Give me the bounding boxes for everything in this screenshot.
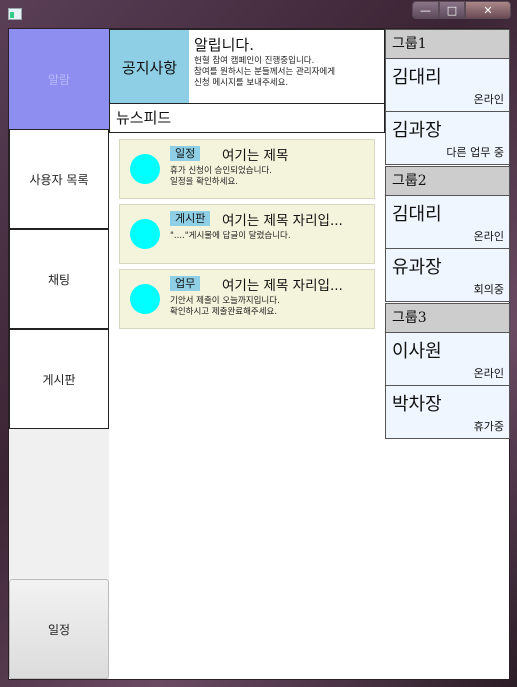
member-item[interactable]: 김대리 온라인 (385, 196, 510, 249)
close-button[interactable]: ✕ (465, 1, 511, 19)
notice-panel: 공지사항 알립니다. 헌혈 참여 캠페인이 진행중입니다. 참여를 원하시는 분… (109, 29, 385, 105)
member-status: 휴가중 (473, 420, 504, 433)
nav-item-board[interactable]: 게시판 (9, 329, 109, 429)
member-status: 온라인 (473, 367, 504, 380)
app-client-area: 알람 사용자 목록 채팅 게시판 일정 공지사항 알립니다. 헌혈 참여 캠페인… (8, 28, 510, 680)
group-header[interactable]: 그룹3 (385, 303, 510, 333)
feed-avatar (130, 219, 160, 249)
member-status: 온라인 (473, 230, 504, 243)
member-name: 이사원 (392, 341, 442, 362)
feed-body: 휴가 신청이 승인되었습니다. 일정을 확인하세요. (170, 166, 272, 187)
minimize-button[interactable]: — (412, 1, 439, 19)
member-name: 김대리 (392, 67, 442, 88)
feed-card[interactable]: 일정 여기는 제목 휴가 신청이 승인되었습니다. 일정을 확인하세요. (119, 139, 375, 199)
feed-title: 여기는 제목 자리입... (222, 213, 343, 229)
feed-body: "...."게시물에 답글이 달렸습니다. (170, 231, 291, 241)
member-item[interactable]: 김과장 다른 업무 중 (385, 112, 510, 165)
member-item[interactable]: 김대리 온라인 (385, 59, 510, 112)
title-bar: — □ ✕ (0, 0, 517, 28)
member-status: 온라인 (473, 93, 504, 106)
nav-item-user-list[interactable]: 사용자 목록 (9, 129, 109, 229)
member-item[interactable]: 이사원 온라인 (385, 333, 510, 386)
feed-title: 여기는 제목 자리입... (222, 278, 343, 294)
sidebar-nav: 알람 사용자 목록 채팅 게시판 일정 (9, 29, 109, 679)
member-item[interactable]: 박차장 휴가중 (385, 386, 510, 439)
group-header[interactable]: 그룹1 (385, 29, 510, 59)
maximize-button[interactable]: □ (439, 1, 465, 19)
feed-tag: 일정 (170, 146, 201, 161)
member-name: 김대리 (392, 204, 442, 225)
newsfeed-header: 뉴스피드 (109, 103, 385, 133)
member-name: 유과장 (392, 257, 442, 278)
feed-tag: 게시판 (170, 211, 211, 226)
feed-card[interactable]: 업무 여기는 제목 자리입... 기안서 제출이 오늘까지입니다. 확인하시고 … (119, 269, 375, 329)
feed-avatar (130, 154, 160, 184)
group-header[interactable]: 그룹2 (385, 166, 510, 196)
nav-item-alarm[interactable]: 알람 (9, 29, 109, 129)
window-controls: — □ ✕ (412, 1, 511, 19)
nav-item-chat[interactable]: 채팅 (9, 229, 109, 329)
member-name: 박차장 (392, 394, 442, 415)
feed-card[interactable]: 게시판 여기는 제목 자리입... "...."게시물에 답글이 달렸습니다. (119, 204, 375, 264)
app-icon (8, 8, 22, 20)
feed-avatar (130, 284, 160, 314)
member-status: 다른 업무 중 (446, 146, 504, 159)
member-status: 회의중 (473, 283, 504, 296)
notice-title: 알립니다. (194, 36, 254, 54)
feed-title: 여기는 제목 (222, 148, 289, 164)
member-item[interactable]: 유과장 회의중 (385, 249, 510, 302)
notice-body: 헌혈 참여 캠페인이 진행중입니다. 참여를 원하시는 분들께서는 관리자에게 … (194, 56, 336, 88)
member-name: 김과장 (392, 120, 442, 141)
feed-body: 기안서 제출이 오늘까지입니다. 확인하시고 제출완료해주세요. (170, 296, 280, 317)
feed-tag: 업무 (170, 276, 201, 291)
notice-label: 공지사항 (110, 30, 189, 104)
schedule-button[interactable]: 일정 (9, 579, 109, 679)
